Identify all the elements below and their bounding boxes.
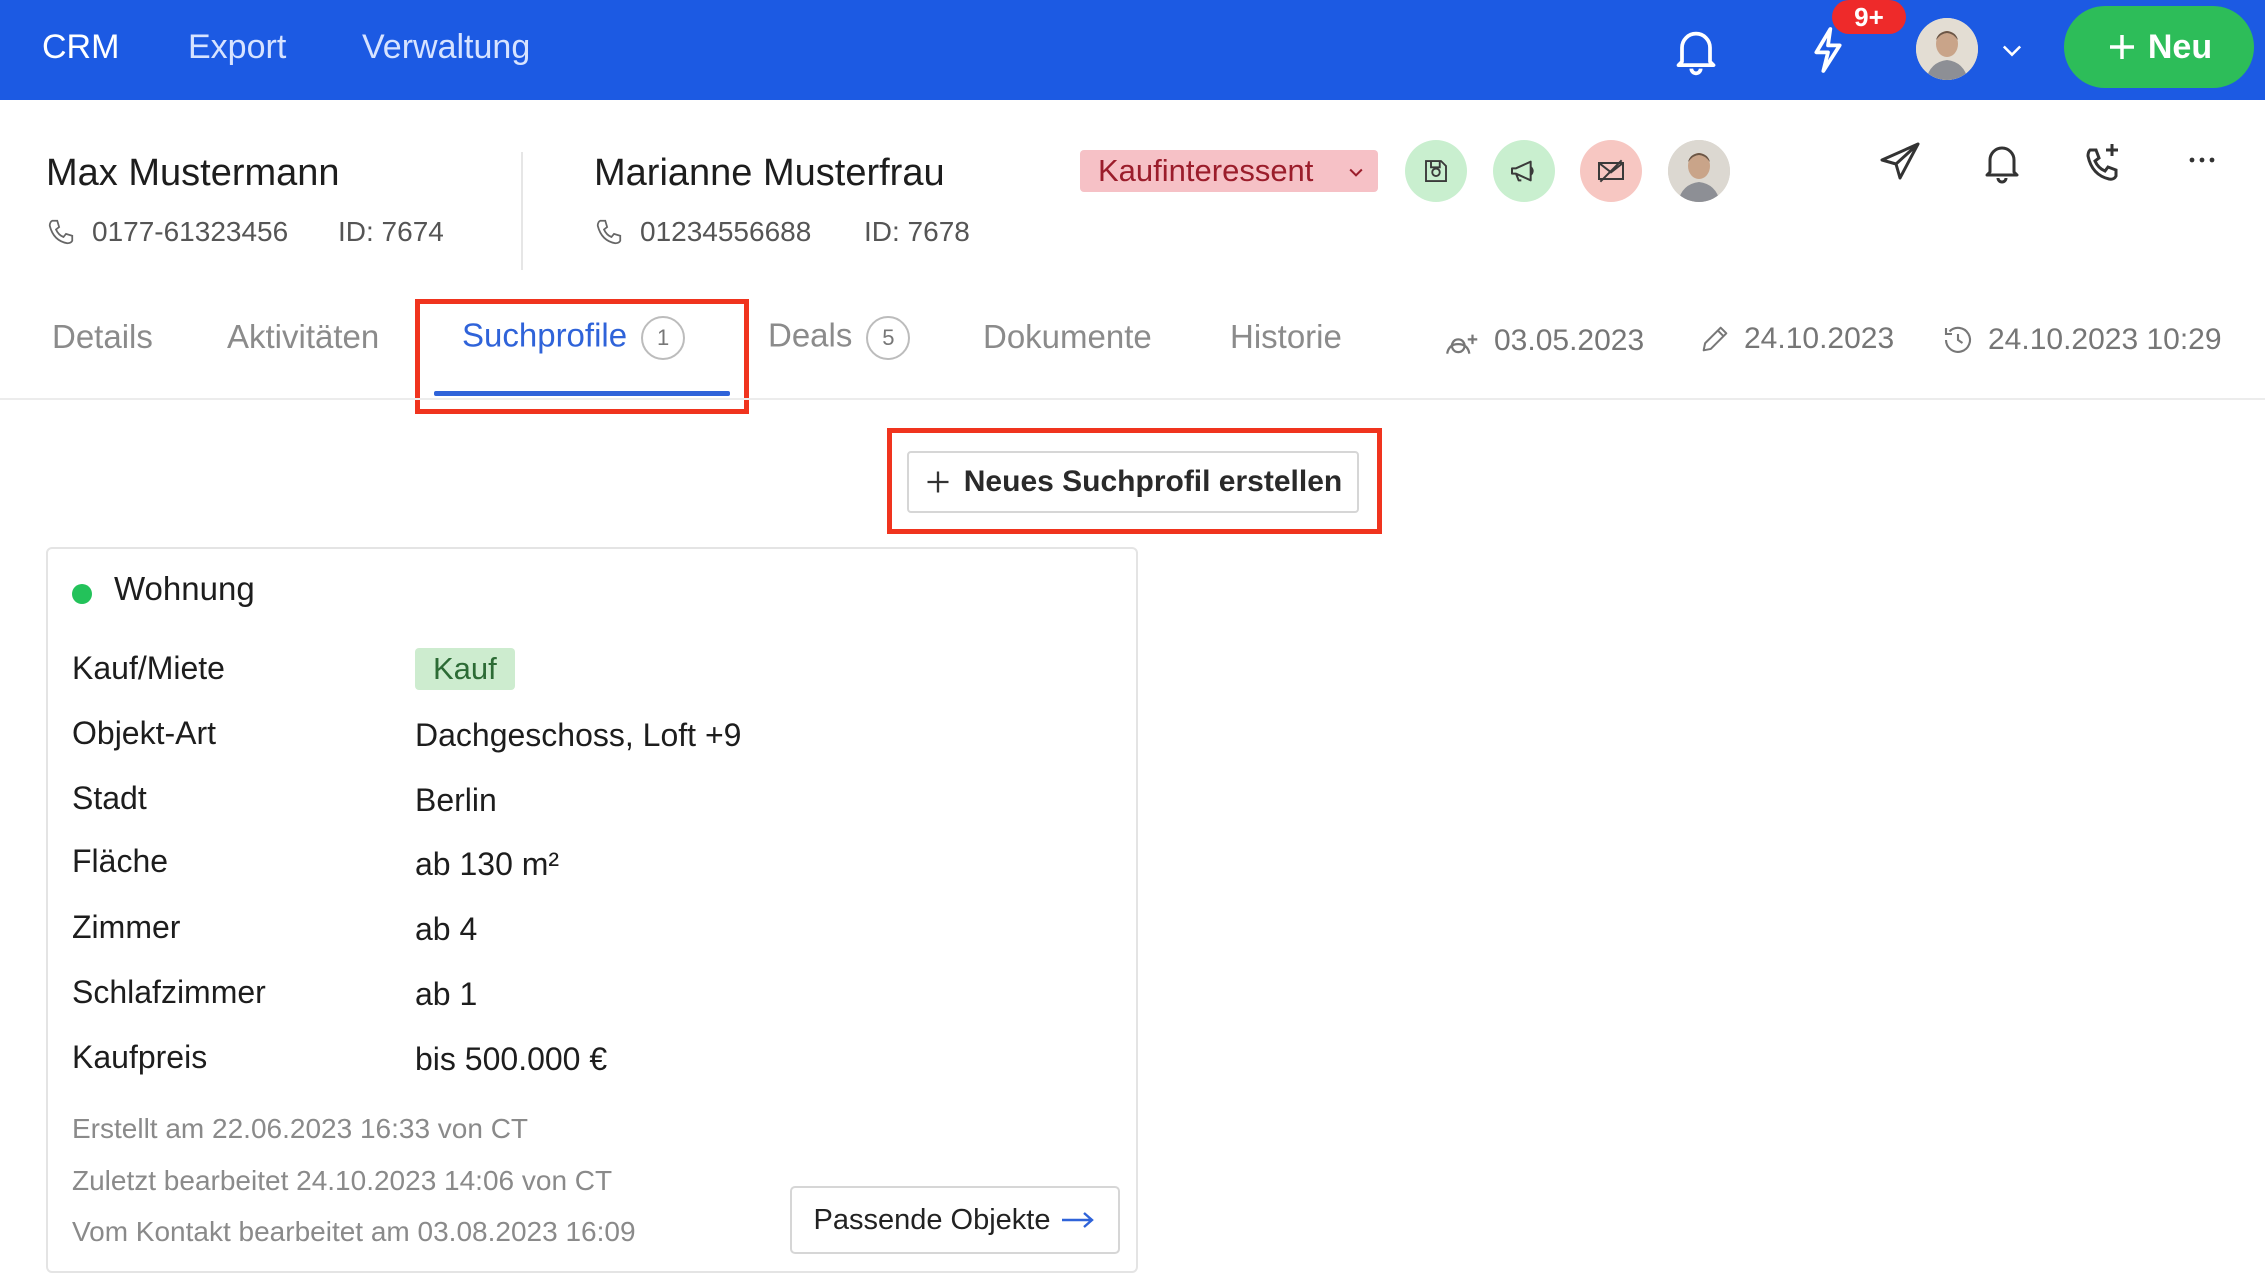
phone-icon <box>596 219 622 245</box>
chevron-down-icon <box>1349 168 1363 177</box>
row-label-zimmer: Zimmer <box>72 909 181 945</box>
new-button-label: Neu <box>2147 27 2213 66</box>
new-search-profile-button[interactable]: Neues Suchprofil erstellen <box>907 451 1359 513</box>
row-label-kaufpreis: Kaufpreis <box>72 1039 208 1075</box>
arrow-right-icon <box>1062 1212 1095 1228</box>
row-label-objekt-art: Objekt-Art <box>72 715 217 751</box>
row-value-schlafzimmer: ab 1 <box>415 976 478 1012</box>
kauf-chip: Kauf <box>415 648 515 690</box>
meta-created: 03.05.2023 <box>1444 322 1644 360</box>
blocked-mail-icon <box>1598 159 1624 183</box>
row-label-kauf-miete: Kauf/Miete <box>72 650 225 686</box>
matching-objects-label: Passende Objekte <box>813 1203 1051 1236</box>
no-marketing-button[interactable] <box>1580 140 1642 202</box>
highlight-suchprofile-tab <box>415 299 749 414</box>
phone-icon <box>48 219 74 245</box>
new-search-profile-label: Neues Suchprofil erstellen <box>963 465 1343 498</box>
pencil-icon <box>1702 326 1728 352</box>
tab-deals[interactable]: Deals 5 <box>768 316 911 360</box>
user-avatar[interactable] <box>1916 18 1978 80</box>
status-label: Kaufinteressent <box>1098 153 1314 188</box>
assignee-avatar[interactable] <box>1668 140 1730 202</box>
row-label-flaeche: Fläche <box>72 843 169 879</box>
contact-name-partner: Marianne Musterfrau <box>594 152 945 194</box>
footer-created: Erstellt am 22.06.2023 16:33 von CT <box>72 1113 529 1144</box>
footer-edited: Zuletzt bearbeitet 24.10.2023 14:06 von … <box>72 1165 613 1196</box>
nav-export[interactable]: Export <box>188 0 286 100</box>
row-label-stadt: Stadt <box>72 780 147 816</box>
bell-icon[interactable] <box>1978 138 2026 186</box>
notification-badge: 9+ <box>1832 0 1906 34</box>
tab-dokumente[interactable]: Dokumente <box>983 318 1152 356</box>
tabs-divider <box>0 398 2265 400</box>
header-divider <box>521 152 523 270</box>
contact-phone-primary[interactable]: 0177-61323456 <box>92 216 288 248</box>
meta-last-activity: 24.10.2023 10:29 <box>1940 322 2222 358</box>
plus-icon <box>927 471 949 493</box>
matching-objects-button[interactable]: Passende Objekte <box>790 1186 1120 1254</box>
history-icon <box>1944 326 1972 353</box>
save-button[interactable] <box>1405 140 1467 202</box>
new-button[interactable]: Neu <box>2064 6 2254 88</box>
row-value-kaufpreis: bis 500.000 € <box>415 1041 608 1077</box>
profile-title: Wohnung <box>114 570 255 607</box>
contact-id-partner: ID: 7678 <box>864 216 970 247</box>
footer-contact-edited: Vom Kontakt bearbeitet am 03.08.2023 16:… <box>72 1216 636 1247</box>
phone-add-icon[interactable] <box>2080 138 2128 186</box>
more-icon[interactable] <box>2182 150 2222 170</box>
tab-historie[interactable]: Historie <box>1230 318 1342 356</box>
tab-deals-count: 5 <box>866 316 911 360</box>
meta-edited-date: 24.10.2023 <box>1744 322 1895 355</box>
contact-phone-partner[interactable]: 01234556688 <box>640 216 811 248</box>
nav-crm[interactable]: CRM <box>42 0 119 100</box>
tab-deals-label: Deals <box>768 316 853 354</box>
campaign-button[interactable] <box>1493 140 1555 202</box>
avatar-face-icon <box>1916 18 1978 80</box>
row-value-objekt-art: Dachgeschoss, Loft +9 <box>415 717 742 753</box>
tab-aktivitaeten[interactable]: Aktivitäten <box>227 318 379 356</box>
chevron-down-icon[interactable] <box>1998 36 2026 64</box>
row-value-zimmer: ab 4 <box>415 911 478 947</box>
row-label-schlafzimmer: Schlafzimmer <box>72 974 266 1010</box>
meta-created-date: 03.05.2023 <box>1494 324 1645 357</box>
save-icon <box>1425 160 1447 182</box>
megaphone-icon <box>1511 160 1534 182</box>
bell-icon[interactable] <box>1668 22 1724 78</box>
send-icon[interactable] <box>1876 138 1924 186</box>
user-add-icon <box>1446 334 1478 354</box>
status-dropdown[interactable]: Kaufinteressent <box>1080 150 1378 192</box>
plus-icon <box>2109 35 2134 59</box>
contact-id-primary: ID: 7674 <box>338 216 444 247</box>
nav-verwaltung[interactable]: Verwaltung <box>362 0 530 100</box>
meta-edited: 24.10.2023 <box>1698 322 1894 356</box>
contact-name-primary: Max Mustermann <box>46 152 340 194</box>
row-value-flaeche: ab 130 m² <box>415 846 560 882</box>
meta-last-activity-date: 24.10.2023 10:29 <box>1988 323 2222 356</box>
row-value-stadt: Berlin <box>415 782 497 818</box>
avatar-face-icon <box>1668 140 1730 202</box>
tab-details[interactable]: Details <box>52 318 153 356</box>
active-status-dot <box>72 584 92 604</box>
